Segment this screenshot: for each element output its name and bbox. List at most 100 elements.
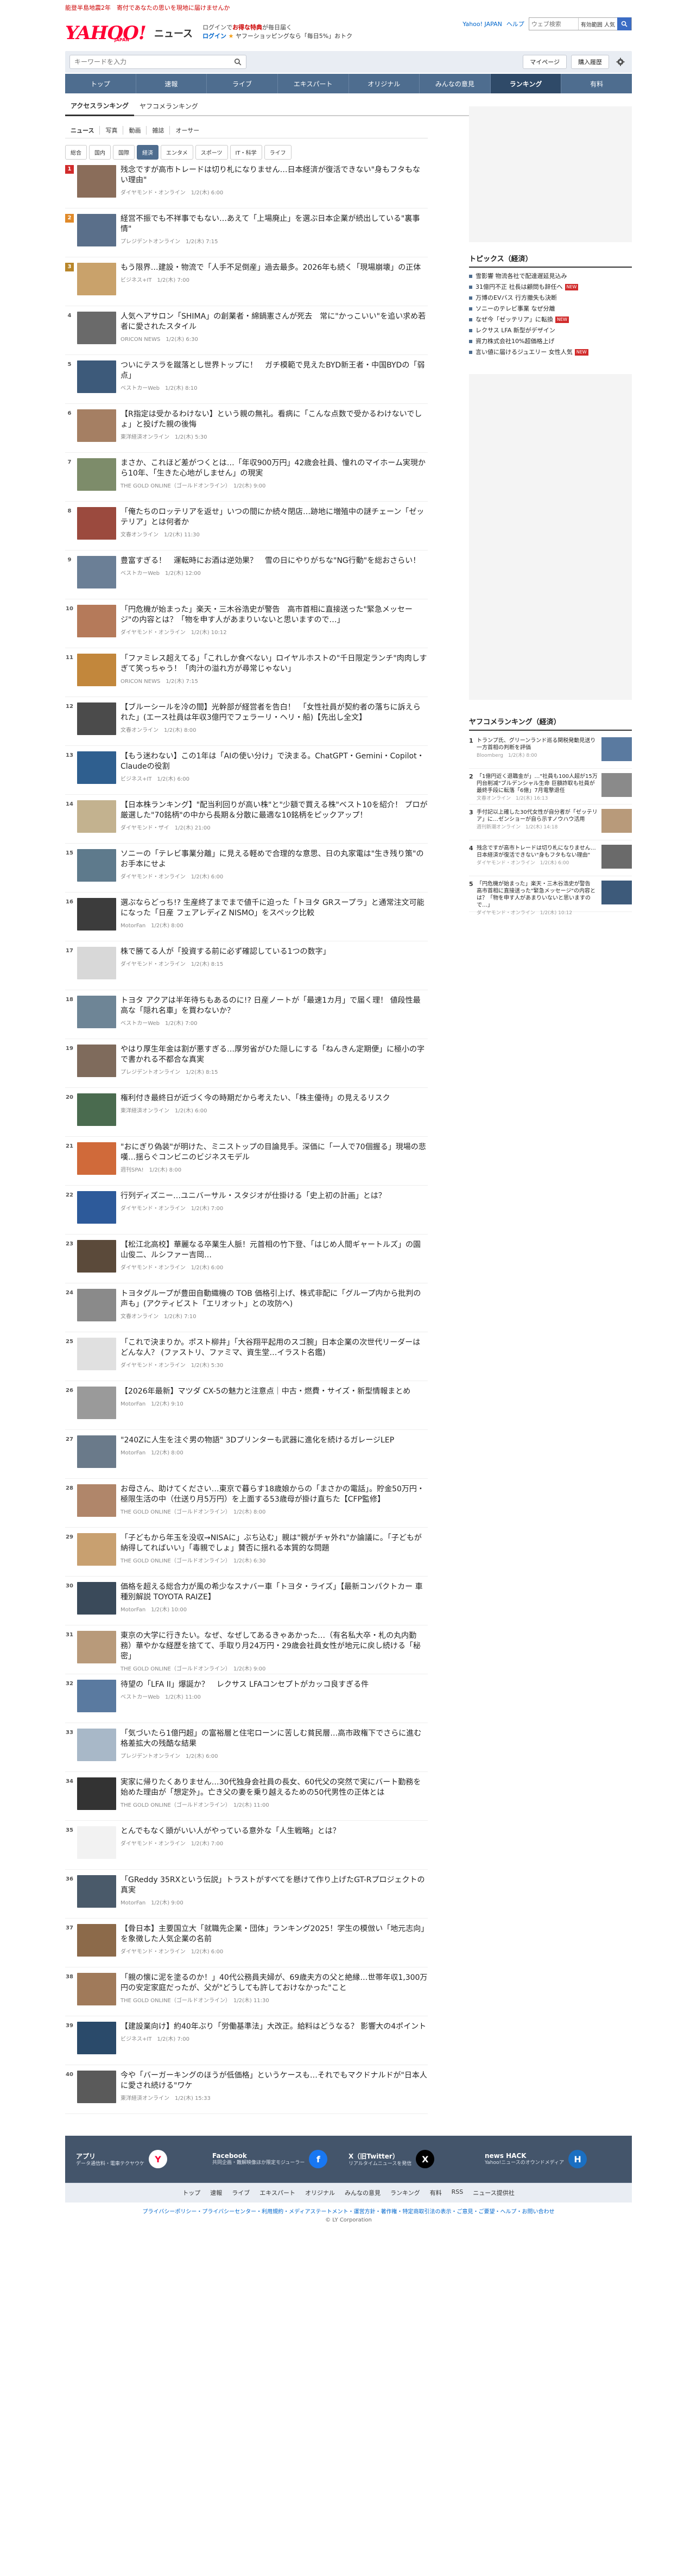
article-title[interactable]: もう限界…建設・物流で「人手不足倒産」過去最多。2026年も続く「現場崩壊」の正…: [121, 263, 428, 273]
article-thumbnail[interactable]: [77, 1631, 116, 1663]
article-thumbnail[interactable]: [77, 214, 116, 246]
media-tab[interactable]: オーサー: [170, 126, 205, 135]
article-thumbnail[interactable]: [77, 1191, 116, 1224]
article-thumbnail[interactable]: [601, 737, 632, 761]
nav-item[interactable]: ランキング: [490, 74, 562, 93]
ranking-item[interactable]: 11 「ファミレス超えてる」「これしか食べない」ロイヤルホストの"千日限定ランチ"…: [65, 648, 428, 697]
article-title[interactable]: やはり厚生年金は割が悪すぎる…厚労省がひた隠しにする「ねんきん定期便」に極小の字…: [121, 1045, 428, 1065]
article-title[interactable]: 待望の「LFA II」爆誕か？ レクサス LFAコンセプトがカッコ良すぎる件: [121, 1680, 428, 1690]
article-thumbnail[interactable]: [77, 507, 116, 540]
article-title[interactable]: トヨタグループが豊田自動織機の TOB 価格引上げ、株式非配に「グループ内から批…: [121, 1289, 428, 1309]
article-title[interactable]: 価格を超える総合力が風の希少なスナバー車「トヨタ・ライズ」【最新コンパクトカー …: [121, 1582, 428, 1603]
tab-access-ranking[interactable]: アクセスランキング: [65, 101, 135, 116]
article-thumbnail[interactable]: [77, 1387, 116, 1419]
ranking-item[interactable]: 25 「これで決まりか。ポスト柳井」「大谷翔平起用のスゴ腕」日本企業の次世代リーダ…: [65, 1332, 428, 1381]
article-thumbnail[interactable]: [77, 2022, 116, 2054]
ranking-item[interactable]: 28 お母さん、助けてください…東京で暮らす18歳娘からの「まさかの電話」。貯金5…: [65, 1479, 428, 1528]
ranking-item[interactable]: 39 【建設業向け】約40年ぶり「労働基準法」大改正。給料はどうなる？ 影響大の4…: [65, 2016, 428, 2065]
article-title[interactable]: 【2026年最新】マツダ CX-5の魅力と注意点｜中古・燃費・サイズ・新型情報ま…: [121, 1387, 428, 1397]
media-tab[interactable]: 動画: [123, 126, 147, 135]
article-thumbnail[interactable]: [601, 773, 632, 797]
nav-item[interactable]: 速報: [136, 74, 207, 93]
article-thumbnail[interactable]: [77, 605, 116, 637]
footer-nav-item[interactable]: ランキング: [390, 2188, 420, 2197]
ranking-item[interactable]: 35 とんでもなく頭がいい人がやっている意外な「人生戦略」とは？ ダイヤモンド・オン…: [65, 1821, 428, 1870]
article-title[interactable]: 【R指定は受かるわけない】という親の無礼。看病に「こんな点数で受かるわけないでし…: [121, 409, 428, 430]
article-thumbnail[interactable]: [77, 800, 116, 833]
ranking-item[interactable]: 18 トヨタ アクアは半年待ちもあるのに!? 日産ノートが「最速1カ月」で届く理！…: [65, 990, 428, 1039]
article-thumbnail[interactable]: [77, 1093, 116, 1126]
media-tab[interactable]: 雑誌: [147, 126, 170, 135]
article-title[interactable]: トヨタ アクアは半年待ちもあるのに!? 日産ノートが「最速1カ月」で届く理！ 値…: [121, 996, 428, 1016]
category-tab[interactable]: 総合: [65, 145, 87, 160]
article-thumbnail[interactable]: [77, 996, 116, 1028]
ranking-item[interactable]: 27 "240Zに人生を注ぐ男の物語" 3Dプリンターも武器に進化を続けるガレージ…: [65, 1430, 428, 1479]
top-notice[interactable]: 能登半島地震2年 寄付であなたの思いを現地に届けませんか: [65, 0, 632, 15]
tab-comment-ranking[interactable]: ヤフコメランキング: [134, 102, 204, 115]
article-thumbnail[interactable]: [77, 1973, 116, 2005]
article-title[interactable]: ソニーの「テレビ事業分離」に見える軽めで合理的な意思、日の丸家電は"生き残り策"…: [121, 849, 428, 870]
article-title[interactable]: 選ぶならどっち!? 生産終了までまで値千に迫った「トヨタ GRスープラ」と通常注…: [121, 898, 428, 919]
category-tab[interactable]: 経済: [137, 145, 159, 160]
ranking-item[interactable]: 2 経営不振でも不祥事でもない…あえて「上場廃止」を選ぶ日本企業が続出している"裏…: [65, 208, 428, 257]
article-thumbnail[interactable]: [77, 1484, 116, 1517]
ranking-item[interactable]: 14 【日本株ランキング】"配当利回りが高い株"と"少額で買える株"ベスト10を紹…: [65, 795, 428, 844]
article-title[interactable]: トランプ氏、グリーンランド巡る関税発動見送り 一方首相の判断を評価: [477, 737, 598, 751]
article-thumbnail[interactable]: [77, 1924, 116, 1957]
ranking-item[interactable]: 22 行列ディズニー…ユニバーサル・スタジオが仕掛ける「史上初の計画」とは？ ダイヤ…: [65, 1186, 428, 1235]
ranking-item[interactable]: 10 「円危機が始まった」楽天・三木谷浩史が警告 高市首相に直接送った"緊急メッセ…: [65, 599, 428, 648]
nav-item[interactable]: トップ: [65, 74, 136, 93]
ranking-item[interactable]: 30 価格を超える総合力が風の希少なスナバー車「トヨタ・ライズ」【最新コンパクトカ…: [65, 1577, 428, 1625]
article-title[interactable]: 手付記以上確した30代女性が自分者が「ゼッテリア」に…ゼンショーが自ら示すノウハ…: [477, 809, 598, 823]
category-tab[interactable]: 国際: [113, 145, 135, 160]
nav-item[interactable]: エキスパート: [278, 74, 349, 93]
article-title[interactable]: 実家に帰りたくありません…30代独身会社員の長女、60代父の突然で実にバート勤務…: [121, 1777, 428, 1798]
ranking-item[interactable]: 8 「俺たちのロッテリアを返せ」いつの間にか続々閉店…跡地に増殖中の謎チェーン「ゼ…: [65, 502, 428, 550]
article-thumbnail[interactable]: [77, 1289, 116, 1321]
article-thumbnail[interactable]: [77, 1338, 116, 1370]
ranking-item[interactable]: 34 実家に帰りたくありません…30代独身会社員の長女、60代父の突然で実にバート…: [65, 1772, 428, 1821]
ranking-item[interactable]: 36 「GReddy 35RXという伝説」トラストがすべてを懸けて作り上げたGT-…: [65, 1870, 428, 1919]
ranking-item[interactable]: 7 まさか、これほど差がつくとは…「年収900万円」42歳会社員、憧れのマイホーム…: [65, 453, 428, 502]
article-thumbnail[interactable]: [77, 1729, 116, 1761]
article-thumbnail[interactable]: [601, 845, 632, 869]
footer-nav-item[interactable]: エキスパート: [259, 2188, 295, 2197]
article-title[interactable]: 「円危機が始まった」楽天・三木谷浩史が警告 高市首相に直接送った"緊急メッセージ…: [121, 605, 428, 625]
login-promo[interactable]: ログインでお得な特典が毎日届く ログイン ★ ヤフーショッピングなら「毎日5%」…: [202, 23, 352, 41]
article-thumbnail[interactable]: [77, 263, 116, 295]
ad-banner[interactable]: [469, 106, 632, 242]
article-thumbnail[interactable]: [77, 409, 116, 442]
article-thumbnail[interactable]: [77, 849, 116, 882]
ranking-item[interactable]: 23 【松江北高校】華麗なる卒業生人脈！元首相の竹下登、「はじめ人間ギャートルズ」…: [65, 1235, 428, 1283]
article-title[interactable]: 経営不振でも不祥事でもない…あえて「上場廃止」を選ぶ日本企業が続出している"裏事…: [121, 214, 428, 235]
ranking-item[interactable]: 26 【2026年最新】マツダ CX-5の魅力と注意点｜中古・燃費・サイズ・新型情…: [65, 1381, 428, 1430]
article-title[interactable]: 「これで決まりか。ポスト柳井」「大谷翔平起用のスゴ腕」日本企業の次世代リーダーは…: [121, 1338, 428, 1358]
ranking-item[interactable]: 24 トヨタグループが豊田自動織機の TOB 価格引上げ、株式非配に「グループ内か…: [65, 1283, 428, 1332]
topic-item[interactable]: 31億円不正 社長は顧問も辞任へ NEW: [469, 282, 632, 293]
nav-item[interactable]: 有料: [561, 74, 632, 93]
article-thumbnail[interactable]: [77, 1826, 116, 1859]
yahoo-japan-link[interactable]: Yahoo! JAPAN: [462, 21, 502, 28]
article-thumbnail[interactable]: [77, 1680, 116, 1712]
article-title[interactable]: 【日本株ランキング】"配当利回りが高い株"と"少額で買える株"ベスト10を紹介！…: [121, 800, 428, 821]
ranking-item[interactable]: 31 東京の大学に行きたい。なぜ、なぜしてあるきゃあかった…（有名私大卒・札の丸内…: [65, 1625, 428, 1674]
article-title[interactable]: 人気ヘアサロン「SHIMA」の創業者・綿鍋憲さんが死去 常に"かっこいい"を追い…: [121, 312, 428, 332]
news-search-input[interactable]: [70, 55, 230, 68]
category-tab[interactable]: 国内: [89, 145, 111, 160]
article-title[interactable]: "240Zに人生を注ぐ男の物語" 3Dプリンターも武器に進化を続けるガレージLE…: [121, 1435, 428, 1446]
article-thumbnail[interactable]: [77, 2071, 116, 2103]
article-title[interactable]: とんでもなく頭がいい人がやっている意外な「人生戦略」とは？: [121, 1826, 428, 1837]
article-thumbnail[interactable]: [77, 1240, 116, 1273]
article-thumbnail[interactable]: [77, 360, 116, 393]
mypage-button[interactable]: マイページ: [523, 55, 567, 69]
legal-links[interactable]: プライバシーポリシー・プライバシーセンター・利用規約・メディアステートメント・運…: [65, 2207, 632, 2215]
ranking-item[interactable]: 1 残念ですが高市トレードは切り札になりません…日本経済が復活できない"身もフタも…: [65, 160, 428, 208]
footer-nav-item[interactable]: みんなの意見: [345, 2188, 381, 2197]
ranking-item[interactable]: 5 ついにテスラを蹴落とし世界トップに！ ガチ模範で見えたBYD新王者・中国BYD…: [65, 355, 428, 404]
footer-nav-item[interactable]: RSS: [452, 2188, 464, 2197]
article-thumbnail[interactable]: [77, 654, 116, 686]
article-thumbnail[interactable]: [77, 702, 116, 735]
article-title[interactable]: 「親の懐に泥を塗るのか！」40代公務員夫婦が、69歳夫方の父と絶縁…世帯年収1,…: [121, 1973, 428, 1993]
article-title[interactable]: "おにぎり偽装"が明けた、ミニストップの目論見手。深価に「一人で70個握る」現場…: [121, 1142, 428, 1163]
article-title[interactable]: 「ファミレス超えてる」「これしか食べない」ロイヤルホストの"千日限定ランチ"肉肉…: [121, 654, 428, 674]
